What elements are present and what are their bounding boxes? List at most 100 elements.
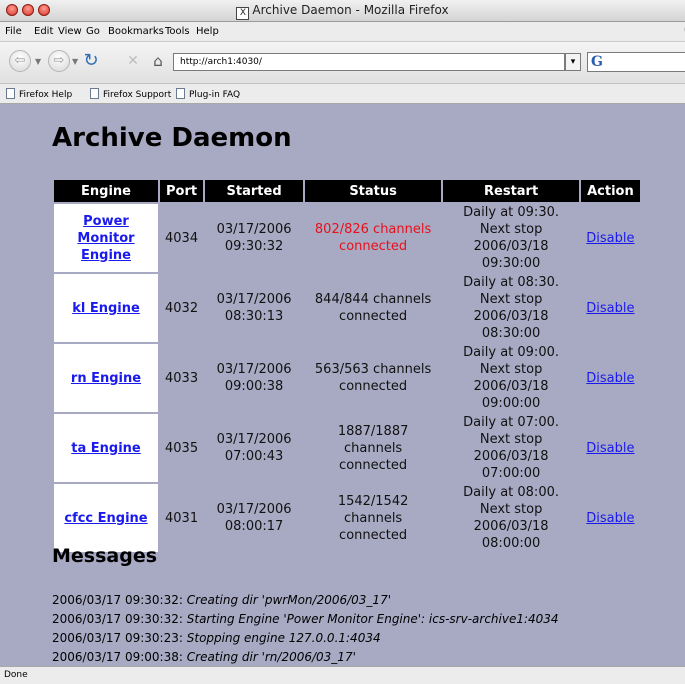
forward-button[interactable]: ⇨	[48, 50, 70, 72]
restart-next-time: 2006/03/18 09:30:00	[473, 239, 549, 271]
window-title: Archive Daemon - Mozilla Firefox	[252, 3, 449, 17]
menu-view[interactable]: View	[58, 26, 82, 37]
status-state: connected	[339, 309, 408, 324]
table-header-row: Engine Port Started Status Restart Actio…	[54, 180, 640, 202]
engine-link[interactable]: kl Engine	[72, 301, 140, 316]
home-button[interactable]: ⌂	[147, 50, 169, 72]
started-date: 03/17/2006	[216, 362, 292, 377]
table-row: cfcc Engine 4031 03/17/2006 08:00:17 1542…	[54, 484, 640, 552]
message-text: Creating dir 'rn/2006/03_17'	[186, 650, 356, 664]
disable-link[interactable]: Disable	[586, 371, 634, 386]
port-cell: 4032	[165, 300, 199, 316]
forward-history-dropdown-icon[interactable]: ▼	[72, 57, 78, 66]
engine-link[interactable]: ta Engine	[71, 441, 140, 456]
disable-link[interactable]: Disable	[586, 511, 634, 526]
page-icon	[6, 88, 15, 99]
action-cell: Disable	[581, 344, 640, 412]
stop-button[interactable]: ✕	[123, 51, 143, 71]
header-restart: Restart	[443, 180, 580, 202]
engine-cell: ta Engine	[54, 414, 158, 482]
table-row: ta Engine 4035 03/17/2006 07:00:43 1887/1…	[54, 414, 640, 482]
window-titlebar: X Archive Daemon - Mozilla Firefox	[0, 0, 685, 22]
bookmark-label: Firefox Help	[19, 90, 73, 100]
status-bar: Done	[0, 666, 685, 684]
action-cell: Disable	[581, 484, 640, 552]
status-state: connected	[339, 457, 408, 473]
restart-next-label: Next stop	[479, 292, 543, 307]
restart-next-time: 2006/03/18 08:30:00	[473, 309, 549, 341]
bookmark-label: Plug-in FAQ	[189, 90, 241, 100]
message-text: Creating dir 'pwrMon/2006/03_17'	[186, 593, 392, 607]
menu-bookmarks[interactable]: Bookmarks	[108, 26, 164, 37]
disable-link[interactable]: Disable	[586, 231, 634, 246]
engine-link[interactable]: cfcc Engine	[64, 511, 147, 526]
bookmark-firefox-support[interactable]: Firefox Support	[90, 88, 171, 100]
restart-cell: Daily at 07:00. Next stop 2006/03/18 07:00…	[443, 414, 579, 482]
restart-next-label: Next stop	[479, 222, 543, 237]
header-status: Status	[305, 180, 442, 202]
message-time: 2006/03/17 09:00:38:	[52, 650, 183, 664]
port-cell: 4031	[165, 510, 199, 526]
menu-go[interactable]: Go	[86, 26, 100, 37]
restart-next-label: Next stop	[479, 432, 543, 447]
bookmark-firefox-help[interactable]: Firefox Help	[6, 88, 72, 100]
restart-next-label: Next stop	[479, 502, 543, 517]
menu-edit[interactable]: Edit	[34, 26, 53, 37]
url-history-dropdown[interactable]: ▾	[565, 53, 581, 71]
menu-tools[interactable]: Tools	[165, 26, 190, 37]
restart-schedule: Daily at 09:00.	[463, 345, 559, 360]
started-cell: 03/17/2006 08:30:13	[205, 274, 303, 342]
status-channels: 563/563 channels	[314, 362, 432, 377]
status-channels: 1542/1542 channels	[337, 493, 409, 526]
started-cell: 03/17/2006 07:00:43	[205, 414, 303, 482]
message-line: 2006/03/17 09:30:32: Starting Engine 'Po…	[52, 610, 559, 629]
chevron-down-icon: ▾	[570, 57, 576, 67]
restart-cell: Daily at 08:00. Next stop 2006/03/18 08:00…	[443, 484, 579, 552]
engine-cell: Power Monitor Engine	[54, 204, 158, 272]
port-cell: 4033	[165, 370, 199, 386]
url-field[interactable]: http://arch1:4030/	[173, 53, 565, 71]
engine-cell: cfcc Engine	[54, 484, 158, 552]
reload-button[interactable]: ↻	[80, 50, 102, 72]
menu-help[interactable]: Help	[196, 26, 219, 37]
status-state: connected	[339, 379, 408, 394]
restart-cell: Daily at 09:30. Next stop 2006/03/18 09:30…	[443, 204, 579, 272]
google-search-engine-icon[interactable]: G	[591, 54, 603, 70]
status-channels: 844/844 channels	[314, 292, 432, 307]
table-row: rn Engine 4033 03/17/2006 09:00:38 563/56…	[54, 344, 640, 412]
started-date: 03/17/2006	[216, 432, 292, 447]
home-icon: ⌂	[153, 52, 163, 70]
back-button[interactable]: ⇦	[9, 50, 31, 72]
bookmark-plugin-faq[interactable]: Plug-in FAQ	[176, 88, 240, 100]
status-cell: 802/826 channels connected	[305, 204, 441, 272]
status-channels: 802/826 channels	[314, 222, 432, 237]
page-content[interactable]: Archive Daemon Engine Port Started Statu…	[0, 104, 685, 666]
started-date: 03/17/2006	[216, 502, 292, 517]
restart-schedule: Daily at 07:00.	[463, 415, 559, 430]
started-time: 07:00:43	[224, 449, 284, 464]
restart-next-time: 2006/03/18 08:00:00	[473, 519, 549, 551]
status-cell: 563/563 channels connected	[305, 344, 441, 412]
table-row: Power Monitor Engine 4034 03/17/2006 09:30…	[54, 204, 640, 272]
header-port: Port	[160, 180, 204, 202]
restart-schedule: Daily at 08:30.	[463, 275, 559, 290]
restart-cell: Daily at 09:00. Next stop 2006/03/18 09:00…	[443, 344, 579, 412]
started-date: 03/17/2006	[216, 222, 292, 237]
disable-link[interactable]: Disable	[586, 441, 634, 456]
search-box[interactable]: G	[587, 52, 685, 72]
disable-link[interactable]: Disable	[586, 301, 634, 316]
port-cell: 4034	[165, 230, 199, 246]
table-row: kl Engine 4032 03/17/2006 08:30:13 844/84…	[54, 274, 640, 342]
engine-link[interactable]: Power Monitor Engine	[77, 214, 134, 263]
page-title: Archive Daemon	[52, 123, 292, 153]
engine-name-line: Engine	[81, 247, 131, 263]
action-cell: Disable	[581, 414, 640, 482]
back-history-dropdown-icon[interactable]: ▼	[35, 57, 41, 66]
action-cell: Disable	[581, 274, 640, 342]
engine-link[interactable]: rn Engine	[71, 371, 141, 386]
header-action: Action	[581, 180, 640, 202]
bookmark-label: Firefox Support	[103, 90, 172, 100]
started-time: 09:00:38	[224, 379, 284, 394]
menu-file[interactable]: File	[5, 26, 22, 37]
status-cell: 844/844 channels connected	[305, 274, 441, 342]
